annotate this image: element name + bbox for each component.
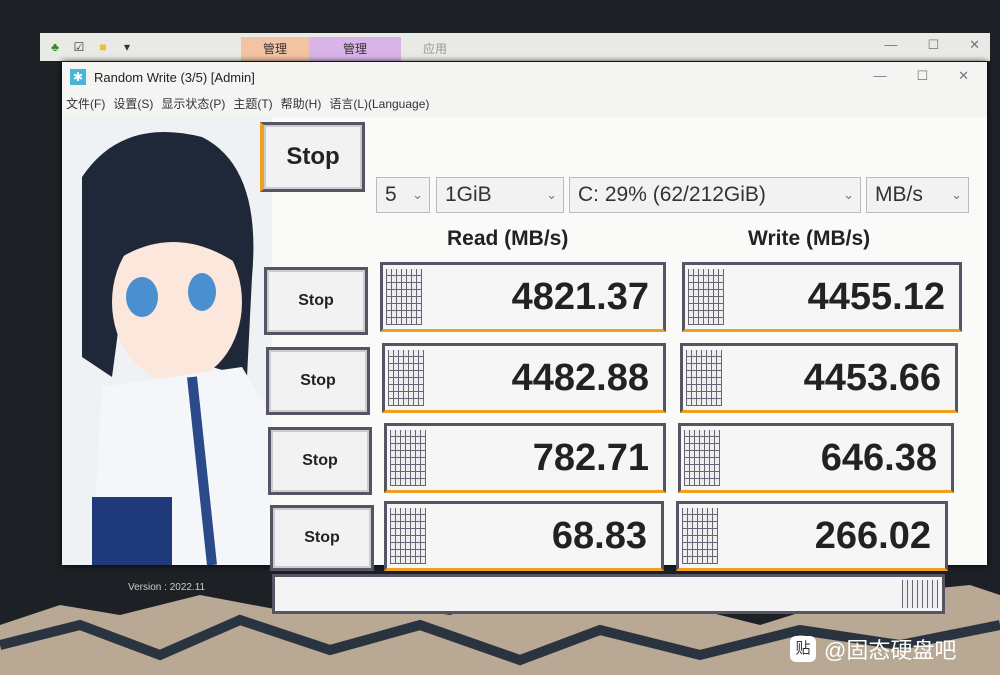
crystaldiskmark-window: ✱ Random Write (3/5) [Admin] — ☐ ✕ 文件(F) 设… [62,62,987,614]
watermark-text: @固态硬盘吧 [824,638,957,663]
tieba-logo-icon: 贴 [790,636,816,662]
version-label: Version : 2022.11 [128,582,206,593]
write-result-2: 4453.66 [680,343,958,413]
read-result-2: 4482.88 [382,343,666,413]
comment-progress-bar[interactable] [272,574,945,614]
unit-select[interactable]: MB/s ⌄ [866,177,969,213]
chevron-down-icon: ⌄ [546,187,557,202]
meter-icon [386,269,422,325]
drive-select[interactable]: C: 29% (62/212GiB) ⌄ [569,177,861,213]
meter-icon [682,508,718,564]
read-header: Read (MB/s) [447,227,569,250]
meter-icon [684,430,720,486]
write-result-4: 266.02 [676,501,948,571]
menu-profile[interactable]: 显示状态(P) [161,95,225,112]
meter-icon [390,430,426,486]
menu-theme[interactable]: 主题(T) [233,95,272,112]
menu-settings[interactable]: 设置(S) [113,95,153,112]
meter-icon [688,269,724,325]
test-count-select[interactable]: 5 ⌄ [376,177,430,213]
folder-icon[interactable]: ■ [94,40,112,54]
app-icon: ✱ [70,69,86,85]
minimize-icon[interactable]: — [873,68,886,84]
tab-apps[interactable]: 应用 [401,37,469,61]
meter-icon [388,350,424,406]
quick-access-dropdown-icon[interactable]: ▾ [118,40,136,54]
write-result-3: 646.38 [678,423,954,493]
test-size-select[interactable]: 1GiB ⌄ [436,177,564,213]
test-1-button[interactable]: Stop [264,267,368,335]
chevron-down-icon: ⌄ [843,187,854,202]
write-result-1: 4455.12 [682,262,962,332]
file-explorer-ribbon: ♣ ☑ ■ ▾ 管理 管理 应用 — ☐ ✕ [40,33,990,61]
tree-icon: ♣ [51,40,59,54]
menu-language[interactable]: 语言(L)(Language) [329,95,429,112]
meter-icon [686,350,722,406]
test-2-button[interactable]: Stop [266,347,370,415]
test-3-button[interactable]: Stop [268,427,372,495]
chevron-down-icon: ⌄ [412,187,423,202]
close-icon[interactable]: ✕ [969,37,980,53]
tab-manage-1[interactable]: 管理 [241,37,310,61]
watermark: 贴 @固态硬盘吧 [790,633,956,665]
maximize-icon[interactable]: ☐ [927,37,939,53]
maximize-icon[interactable]: ☐ [916,68,928,84]
properties-icon[interactable]: ☑ [70,40,88,54]
mascot-character-image [62,117,272,565]
read-result-4: 68.83 [384,501,664,571]
read-result-1: 4821.37 [380,262,666,332]
start-all-button[interactable]: Stop [260,122,365,192]
meter-icon [902,580,938,608]
meter-icon [390,508,426,564]
menu-help[interactable]: 帮助(H) [281,95,322,112]
tab-manage-2[interactable]: 管理 [309,37,402,61]
close-icon[interactable]: ✕ [958,68,969,84]
window-title: Random Write (3/5) [Admin] [94,69,255,85]
test-4-button[interactable]: Stop [270,505,374,571]
read-result-3: 782.71 [384,423,666,493]
write-header: Write (MB/s) [748,227,871,250]
minimize-icon[interactable]: — [884,37,897,53]
menu-file[interactable]: 文件(F) [66,95,105,112]
chevron-down-icon: ⌄ [951,187,962,202]
